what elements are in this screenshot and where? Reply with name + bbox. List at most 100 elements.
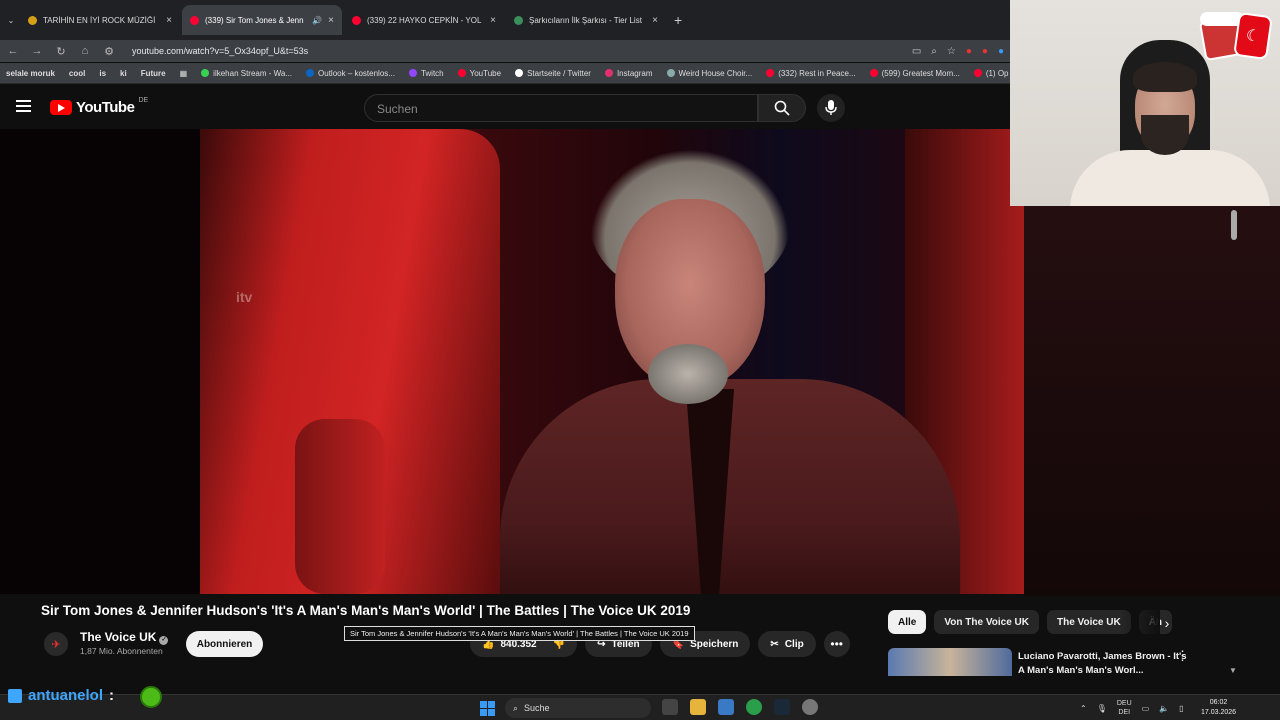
youtube-favicon-icon bbox=[352, 15, 361, 25]
scroll-down-arrow-icon[interactable]: ▼ bbox=[1229, 666, 1237, 675]
menu-icon[interactable] bbox=[16, 100, 31, 112]
bookmark-star-icon[interactable]: ☆ bbox=[947, 46, 956, 57]
browser-tab[interactable]: Şarkıcıların İlk Şarkısı - Tier List × bbox=[506, 5, 666, 35]
task-view-icon[interactable] bbox=[662, 699, 678, 715]
system-tray: ⌃ 🎙 DEU DEI ▭ 🔈 ▯ bbox=[1080, 699, 1184, 717]
subscribe-button[interactable]: Abonnieren bbox=[186, 631, 263, 657]
file-explorer-icon[interactable] bbox=[690, 699, 706, 715]
extension-icon[interactable]: ● bbox=[966, 46, 972, 57]
kebab-menu-icon[interactable]: ⋮ bbox=[1176, 648, 1189, 664]
chip-from-channel[interactable]: Von The Voice UK bbox=[934, 610, 1039, 634]
network-icon[interactable]: ▭ bbox=[1142, 704, 1150, 713]
bookmark-item[interactable]: selale moruk bbox=[6, 69, 55, 78]
forward-icon[interactable]: → bbox=[30, 45, 44, 57]
new-tab-button[interactable]: + bbox=[668, 12, 688, 28]
volume-icon[interactable]: 🔈 bbox=[1159, 704, 1169, 713]
channel-avatar[interactable]: ✈ bbox=[44, 632, 68, 656]
battery-icon[interactable]: ▯ bbox=[1179, 704, 1183, 713]
youtube-play-icon bbox=[50, 100, 72, 115]
person bbox=[500, 149, 960, 594]
red-chair-arm bbox=[295, 419, 385, 594]
bookmark-item[interactable]: Instagram bbox=[604, 69, 653, 78]
windows-taskbar: ⌕ Suche ⌃ 🎙 DEU DEI ▭ 🔈 ▯ 06:02 17.03.2026 bbox=[0, 694, 1280, 720]
channel-name: The Voice UK bbox=[80, 630, 157, 644]
tab-title: (339) Sir Tom Jones & Jenn bbox=[205, 15, 304, 25]
tab-title: Şarkıcıların İlk Şarkısı - Tier List bbox=[529, 15, 642, 25]
chrome-icon[interactable] bbox=[746, 699, 762, 715]
scrollbar-thumb[interactable] bbox=[1231, 210, 1237, 240]
scissors-icon: ✂ bbox=[770, 638, 779, 650]
youtube-favicon-icon bbox=[190, 15, 199, 25]
browser-tab-active[interactable]: (339) Sir Tom Jones & Jenn 🔊 × bbox=[182, 5, 342, 35]
reload-icon[interactable]: ↻ bbox=[54, 45, 68, 58]
bookmark-item[interactable]: cool bbox=[69, 69, 85, 78]
bookmark-item[interactable]: is bbox=[99, 69, 106, 78]
close-icon[interactable]: × bbox=[166, 15, 172, 26]
twitch-icon bbox=[408, 69, 417, 77]
screen: ⌄ TARİHİN EN İYİ ROCK MÜZİĞİ × (339) Sir… bbox=[0, 0, 1280, 720]
video-player[interactable]: itv bbox=[0, 129, 1024, 594]
bookmark-item[interactable]: (1) Op bbox=[973, 69, 1008, 78]
apps-grid-icon[interactable]: ▦ bbox=[180, 69, 188, 78]
extension-icon[interactable]: ● bbox=[982, 46, 988, 57]
bookmarks-bar: selale moruk cool is ki Future ▦ ilkehan… bbox=[0, 63, 1010, 84]
settings-icon[interactable] bbox=[802, 699, 818, 715]
profile-icon[interactable]: ● bbox=[998, 46, 1004, 57]
bookmark-favicon-icon bbox=[201, 69, 210, 77]
back-icon[interactable]: ← bbox=[6, 45, 20, 57]
bookmark-item[interactable]: Outlook – kostenlos... bbox=[306, 69, 395, 78]
language-indicator[interactable]: DEU DEI bbox=[1117, 699, 1132, 717]
zoom-icon[interactable]: ⌕ bbox=[931, 46, 937, 57]
stream-logo-icon: ☾ bbox=[1196, 8, 1276, 64]
bookmark-item[interactable]: Twitch bbox=[408, 68, 444, 78]
voice-search-button[interactable] bbox=[817, 94, 845, 122]
close-icon[interactable]: × bbox=[652, 15, 658, 26]
bookmark-item[interactable]: (599) Greatest Mom... bbox=[869, 69, 960, 78]
outlook-icon bbox=[306, 69, 315, 77]
related-video-title[interactable]: Luciano Pavarotti, James Brown - It's A … bbox=[1018, 650, 1188, 676]
bookmark-label: Twitch bbox=[420, 68, 444, 78]
close-icon[interactable]: × bbox=[490, 15, 496, 26]
bookmark-item[interactable]: ki bbox=[120, 69, 127, 78]
more-actions-button[interactable]: ••• bbox=[823, 631, 850, 657]
clip-label: Clip bbox=[784, 638, 804, 650]
chip-the-voice-uk[interactable]: The Voice UK bbox=[1046, 610, 1131, 634]
chevron-down-icon[interactable]: ⌄ bbox=[4, 16, 18, 25]
microphone-icon[interactable]: 🎙 bbox=[1097, 704, 1107, 713]
close-icon[interactable]: × bbox=[328, 15, 334, 26]
browser-tab[interactable]: TARİHİN EN İYİ ROCK MÜZİĞİ × bbox=[20, 5, 180, 35]
bookmark-item[interactable]: Weird House Choir... bbox=[666, 68, 753, 78]
chevron-right-icon[interactable]: › bbox=[1156, 612, 1178, 634]
bookmark-item[interactable]: Future bbox=[141, 69, 166, 78]
bookmark-item[interactable]: Startseite / Twitter bbox=[515, 69, 591, 78]
url-field[interactable]: youtube.com/watch?v=5_Ox34opf_U&t=53s bbox=[132, 46, 902, 56]
bookmark-item[interactable]: ilkehan Stream - Wa... bbox=[201, 69, 292, 78]
steam-icon[interactable] bbox=[774, 699, 790, 715]
taskbar-search[interactable]: ⌕ Suche bbox=[505, 698, 651, 718]
speaker-icon[interactable]: 🔊 bbox=[312, 16, 322, 25]
windows-start-icon[interactable] bbox=[480, 701, 495, 716]
search-button[interactable] bbox=[758, 94, 806, 122]
bookmark-item[interactable]: YouTube bbox=[457, 69, 501, 78]
site-info-icon[interactable]: ⚙ bbox=[102, 45, 116, 58]
clock[interactable]: 06:02 17.03.2026 bbox=[1201, 698, 1236, 718]
title-tooltip: Sir Tom Jones & Jennifer Hudson's 'It's … bbox=[344, 626, 695, 641]
channel-name-link[interactable]: The Voice UK ✓ bbox=[80, 630, 169, 645]
bookmark-label: (332) Rest in Peace... bbox=[778, 68, 856, 78]
store-icon[interactable] bbox=[718, 699, 734, 715]
bookmark-item[interactable]: (332) Rest in Peace... bbox=[766, 68, 856, 78]
chip-all[interactable]: Alle bbox=[888, 610, 927, 634]
video-title: Sir Tom Jones & Jennifer Hudson's 'It's … bbox=[41, 603, 691, 618]
browser-tab[interactable]: (339) 22 HAYKO CEPKİN - YOL × bbox=[344, 5, 504, 35]
related-video-thumbnail[interactable] bbox=[888, 648, 1012, 676]
cast-icon[interactable]: ▭ bbox=[912, 46, 921, 57]
search-input[interactable]: Suchen bbox=[364, 94, 758, 122]
bookmark-label: Outlook – kostenlos... bbox=[318, 68, 395, 78]
chevron-up-icon[interactable]: ⌃ bbox=[1080, 704, 1087, 713]
youtube-logo[interactable]: YouTube DE bbox=[50, 97, 148, 116]
video-frame bbox=[200, 129, 1024, 594]
related-video-item[interactable]: Luciano Pavarotti, James Brown - It's A … bbox=[888, 648, 1233, 676]
home-icon[interactable]: ⌂ bbox=[78, 45, 92, 57]
bookmark-label: Weird House Choir... bbox=[678, 68, 753, 78]
clip-button[interactable]: ✂ Clip bbox=[758, 631, 816, 657]
